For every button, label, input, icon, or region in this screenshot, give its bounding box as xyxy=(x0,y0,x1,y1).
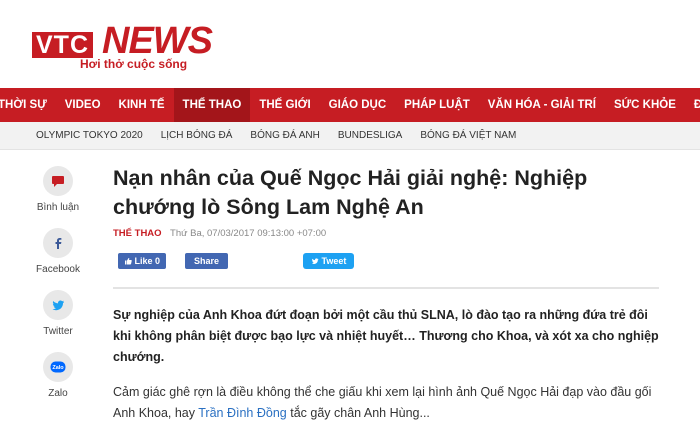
share-facebook-label: Facebook xyxy=(36,264,80,275)
tweet-button[interactable]: Tweet xyxy=(303,253,355,269)
nav-item[interactable]: SỨC KHỎE xyxy=(605,88,685,122)
article-paragraph-cut xyxy=(113,430,659,436)
facebook-like-label: Like 0 xyxy=(134,256,161,266)
facebook-share-button[interactable]: Share xyxy=(185,253,229,269)
sub-nav: OLYMPIC TOKYO 2020 LỊCH BÓNG ĐÁ BÓNG ĐÁ AN… xyxy=(0,122,700,150)
article: Nạn nhân của Quế Ngọc Hải giải nghệ: Ngh… xyxy=(113,164,663,436)
article-category[interactable]: THỂ THAO xyxy=(113,228,162,239)
site-logo[interactable]: VTC NEWS Hơi thở cuộc sống xyxy=(32,22,232,72)
svg-text:Zalo: Zalo xyxy=(52,365,64,371)
nav-item[interactable]: VĂN HÓA - GIẢI TRÍ xyxy=(479,88,605,122)
paragraph-text-b: tắc gãy chân Anh Hùng... xyxy=(286,406,430,420)
facebook-icon xyxy=(43,228,73,258)
nav-item[interactable]: VIDEO xyxy=(56,88,110,122)
article-title: Nạn nhân của Quế Ngọc Hải giải nghệ: Ngh… xyxy=(113,166,588,219)
share-twitter[interactable]: Twitter xyxy=(26,290,90,337)
article-divider xyxy=(113,287,659,289)
share-comment-label: Bình luận xyxy=(36,202,80,213)
social-buttons: Like 0 Share Tweet xyxy=(113,253,663,271)
nav-item[interactable]: ĐỜI SỐNG xyxy=(685,88,700,122)
share-twitter-label: Twitter xyxy=(43,326,73,337)
twitter-icon xyxy=(43,290,73,320)
site-header: VTC NEWS Hơi thở cuộc sống xyxy=(0,0,700,88)
article-meta: THỂ THAO Thứ Ba, 07/03/2017 09:13:00 +07… xyxy=(113,228,663,239)
main-nav: THỜI SỰ VIDEO KINH TẾ THỂ THAO THẾ GIỚI GIÁO … xyxy=(0,88,700,122)
comment-icon xyxy=(43,166,73,196)
article-paragraph: Cảm giác ghê rợn là điều không thể che g… xyxy=(113,382,659,424)
article-link-tran-dinh-dong[interactable]: Trần Đình Đồng xyxy=(198,406,286,420)
subnav-item[interactable]: OLYMPIC TOKYO 2020 xyxy=(36,130,143,141)
nav-item[interactable]: KINH TẾ xyxy=(110,88,174,122)
article-datetime: Thứ Ba, 07/03/2017 09:13:00 +07:00 xyxy=(170,228,327,239)
share-facebook[interactable]: Facebook xyxy=(26,228,90,275)
article-lead: Sự nghiệp của Anh Khoa đứt đoạn bởi một … xyxy=(113,308,659,364)
thumbs-up-icon xyxy=(125,258,132,265)
nav-item[interactable]: THẾ GIỚI xyxy=(250,88,319,122)
tweet-bird-icon xyxy=(311,258,319,264)
logo-vtc: VTC xyxy=(32,32,93,58)
logo-news: NEWS xyxy=(102,20,213,62)
subnav-item[interactable]: BÓNG ĐÁ VIỆT NAM xyxy=(420,130,516,141)
nav-item[interactable]: PHÁP LUẬT xyxy=(395,88,479,122)
share-rail: Bình luận Facebook Twitter Zalo Zalo xyxy=(26,166,90,414)
share-zalo[interactable]: Zalo Zalo xyxy=(26,352,90,399)
nav-item[interactable]: THỜI SỰ xyxy=(0,88,56,122)
share-zalo-label: Zalo xyxy=(48,388,68,399)
subnav-item[interactable]: LỊCH BÓNG ĐÁ xyxy=(161,130,233,141)
nav-item[interactable]: THỂ THAO xyxy=(173,88,251,122)
tweet-label: Tweet xyxy=(321,256,347,266)
subnav-item[interactable]: BÓNG ĐÁ ANH xyxy=(250,130,319,141)
subnav-item[interactable]: BUNDESLIGA xyxy=(338,130,402,141)
share-comment[interactable]: Bình luận xyxy=(26,166,90,213)
facebook-like-button[interactable]: Like 0 xyxy=(118,253,167,269)
nav-item[interactable]: GIÁO DỤC xyxy=(320,88,396,122)
logo-tagline: Hơi thở cuộc sống xyxy=(80,57,188,71)
zalo-icon: Zalo xyxy=(43,352,73,382)
